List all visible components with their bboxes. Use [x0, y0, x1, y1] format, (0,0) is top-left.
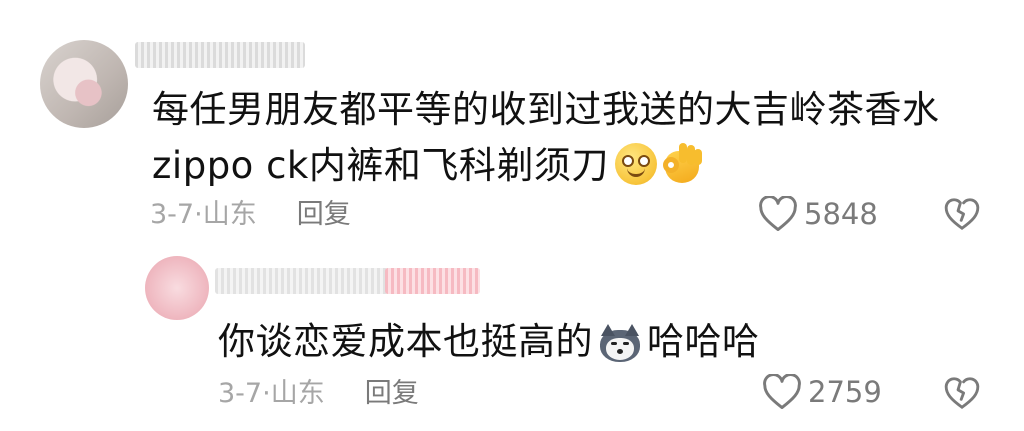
avatar[interactable] [145, 256, 209, 320]
comment-meta: 3-7·山东 回复 [150, 199, 351, 230]
avatar[interactable] [40, 40, 128, 128]
like-count: 5848 [804, 197, 878, 231]
comment-date: 3-7 [150, 199, 195, 230]
broken-heart-outline-icon[interactable] [943, 374, 981, 412]
comment-text-prefix: 你谈恋爱成本也挺高的 [218, 320, 593, 363]
heart-outline-icon [759, 196, 797, 232]
like-button[interactable]: 5848 [758, 196, 878, 232]
reply-button[interactable]: 回复 [297, 199, 351, 230]
ok-hand-emoji-icon [661, 142, 703, 185]
reply-comment-item: 你谈恋爱成本也挺高的 哈哈哈 3-7·山东 回复 2759 [0, 250, 1024, 431]
username-blurred[interactable] [215, 268, 480, 294]
comment-text-line: zippo ck内裤和飞科剃须刀 [152, 144, 609, 187]
comment-meta: 3-7·山东 回复 [218, 378, 419, 409]
comment-location: 山东 [270, 378, 325, 409]
reply-button[interactable]: 回复 [365, 378, 419, 409]
broken-heart-outline-icon[interactable] [943, 195, 981, 233]
comment-location: 山东 [202, 199, 257, 230]
heart-outline-icon [763, 374, 801, 410]
comment-date: 3-7 [218, 378, 263, 409]
username-blurred[interactable] [135, 42, 305, 68]
comment-item: 每任男朋友都平等的收到过我送的大吉岭茶香水 zippo ck内裤和飞科剃须刀 3… [0, 0, 1024, 250]
comment-text-line: 每任男朋友都平等的收到过我送的大吉岭茶香水 [152, 88, 940, 131]
dizzy-smile-emoji-icon [614, 142, 657, 185]
like-button[interactable]: 2759 [762, 374, 882, 410]
comment-text-suffix: 哈哈哈 [647, 320, 760, 363]
comment-text: 每任男朋友都平等的收到过我送的大吉岭茶香水 zippo ck内裤和飞科剃须刀 [152, 82, 940, 194]
like-count: 2759 [808, 375, 882, 409]
comment-text: 你谈恋爱成本也挺高的 哈哈哈 [218, 314, 760, 370]
husky-dog-emoji-icon [597, 323, 643, 364]
